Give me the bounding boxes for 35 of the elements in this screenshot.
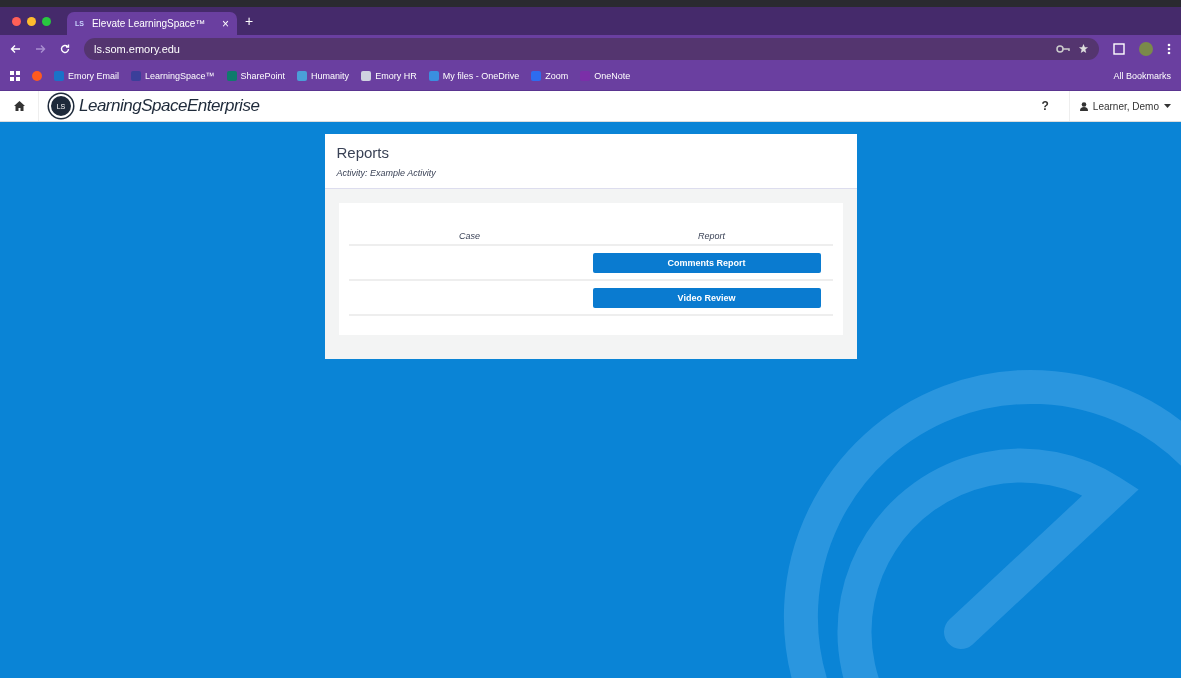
address-bar[interactable]: ls.som.emory.edu — [84, 37, 1099, 60]
report-button[interactable]: Video Review — [592, 288, 821, 308]
bookmark[interactable]: Humanity — [297, 71, 350, 81]
caret-icon — [1164, 104, 1171, 108]
bookmark[interactable]: SharePoint — [226, 71, 286, 81]
bookmark[interactable]: Zoom — [531, 71, 569, 81]
tab-title: Elevate LearningSpace™ — [91, 18, 207, 29]
bookmark[interactable]: Emory Email — [54, 71, 119, 81]
bookmark[interactable]: LearningSpace™ — [131, 71, 215, 81]
reload-icon[interactable] — [60, 43, 70, 54]
minimize-window-icon — [27, 16, 36, 26]
avatar-icon — [1139, 41, 1153, 56]
bookmark[interactable]: Emory HR — [361, 71, 417, 81]
report-button[interactable]: Comments Report — [592, 253, 821, 273]
user-icon — [1079, 101, 1088, 111]
key-icon — [1056, 44, 1070, 53]
back-icon[interactable] — [10, 43, 21, 54]
column-header: Case — [458, 231, 481, 243]
new-tab-button[interactable]: + — [245, 13, 254, 29]
bookmark[interactable]: My files - OneDrive — [428, 71, 520, 81]
activity-subtitle: Activity: Example Activity — [336, 168, 437, 178]
star-icon — [1078, 43, 1089, 54]
more-icon — [1167, 42, 1171, 55]
help-link[interactable]: ? — [1041, 99, 1049, 113]
bookmark[interactable]: OneNote — [580, 71, 631, 81]
maximize-window-icon — [42, 16, 51, 26]
all-bookmarks-button[interactable]: All Bookmarks — [1113, 71, 1171, 81]
column-header: Report — [697, 231, 726, 243]
logo-text: LearningSpaceEnterprise — [79, 96, 260, 116]
close-window-icon — [12, 16, 21, 26]
home-icon — [13, 101, 25, 111]
site-icon — [32, 71, 42, 81]
card-title: Reports — [336, 144, 391, 161]
close-tab-button[interactable]: × — [222, 16, 229, 31]
apps-grid-icon — [10, 71, 20, 81]
